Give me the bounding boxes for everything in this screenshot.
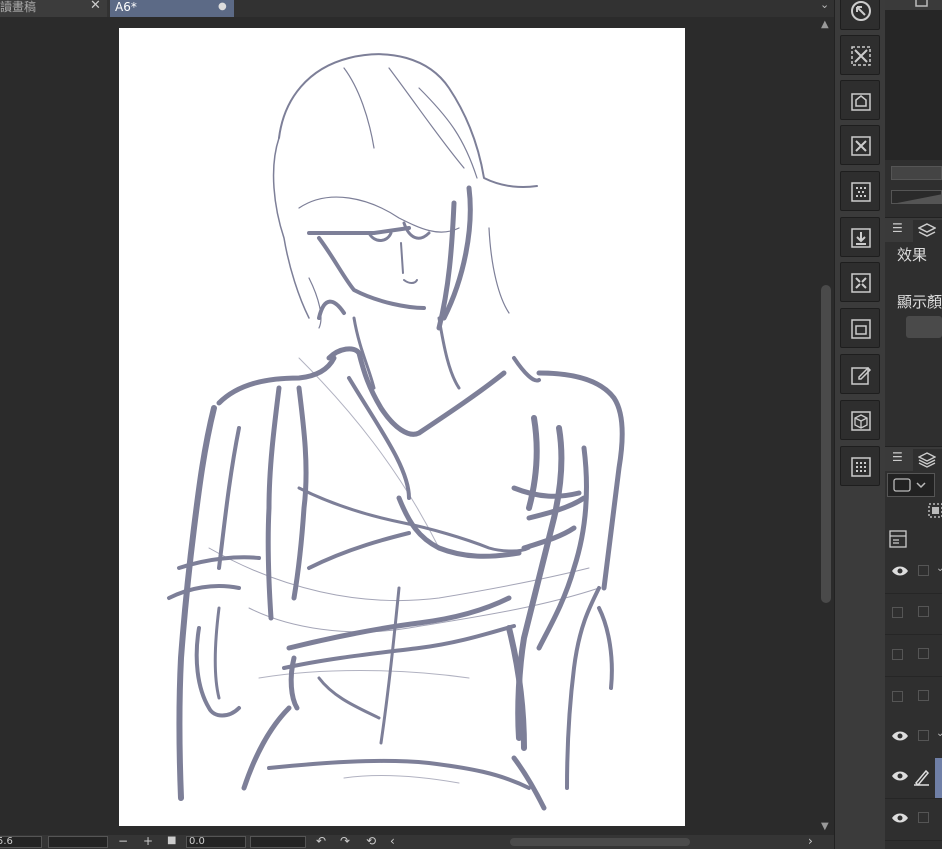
layer-row[interactable] xyxy=(885,594,942,635)
layer-settings-icon[interactable] xyxy=(889,530,907,548)
layer-row[interactable] xyxy=(885,678,942,719)
rotate-right-icon[interactable]: ↷ xyxy=(340,834,350,848)
layer-property-panel-header: ☰ xyxy=(885,217,942,242)
blend-mode-select[interactable] xyxy=(887,473,935,497)
import-icon xyxy=(851,228,871,248)
scroll-right-icon[interactable]: › xyxy=(808,834,813,848)
layer-tab[interactable] xyxy=(913,449,942,471)
panel-menu-icon[interactable]: ☰ xyxy=(892,450,903,464)
zoom-out-button[interactable]: − xyxy=(118,834,128,848)
close-tab-icon[interactable]: ✕ xyxy=(90,0,101,13)
rotation-slider[interactable] xyxy=(250,836,306,848)
scroll-left-icon[interactable]: ‹ xyxy=(390,834,395,848)
navigator-zoom-slider[interactable] xyxy=(891,166,942,180)
rotation-field[interactable]: 0.0 xyxy=(186,836,246,848)
grid-button[interactable] xyxy=(840,446,880,486)
clear-selection-button[interactable] xyxy=(840,35,880,75)
horizontal-scroll-thumb[interactable] xyxy=(510,838,690,846)
layer-mask-icon[interactable] xyxy=(925,500,942,520)
tone-button[interactable] xyxy=(840,171,880,211)
layer-lock-checkbox[interactable] xyxy=(918,812,929,823)
layer-button[interactable] xyxy=(840,308,880,348)
package-icon xyxy=(851,411,871,431)
cursor-button[interactable] xyxy=(840,0,880,30)
rotate-left-icon[interactable]: ↶ xyxy=(316,834,326,848)
edit-icon xyxy=(851,366,872,385)
layer-row[interactable] xyxy=(885,636,942,677)
grid-icon xyxy=(851,457,871,477)
tab-a6[interactable]: A6* ● xyxy=(110,0,234,17)
panel-menu-icon[interactable]: ☰ xyxy=(892,221,903,235)
command-bar xyxy=(834,0,886,849)
scroll-up-icon[interactable]: ▲ xyxy=(821,19,829,30)
layer-panel-header: ☰ xyxy=(885,446,942,471)
folder-expand-icon[interactable]: ⌄ xyxy=(936,563,942,574)
layer-thumbnail xyxy=(935,758,942,798)
visibility-toggle-empty[interactable] xyxy=(892,691,903,702)
layer-property-tab[interactable] xyxy=(913,220,942,242)
display-color-button[interactable] xyxy=(906,316,942,338)
visibility-toggle-empty[interactable] xyxy=(892,649,903,660)
layer-row[interactable] xyxy=(885,800,942,841)
navigator-panel-header xyxy=(885,0,942,10)
reset-rotation-icon[interactable]: ⟲ xyxy=(366,834,376,848)
close-layer-button[interactable] xyxy=(840,125,880,165)
scroll-down-icon[interactable]: ▼ xyxy=(821,821,829,832)
layer-lock-checkbox[interactable] xyxy=(918,690,929,701)
eye-icon[interactable] xyxy=(891,770,909,782)
fill-button[interactable] xyxy=(840,80,880,120)
panel-tab-icon[interactable] xyxy=(915,0,929,8)
layer-lock-checkbox[interactable] xyxy=(918,565,929,576)
layer-property-icon xyxy=(918,223,936,237)
transform-icon xyxy=(851,273,871,293)
layer-lock-checkbox[interactable] xyxy=(918,730,929,741)
sketch-artwork xyxy=(167,53,625,811)
eye-icon[interactable] xyxy=(891,565,909,577)
document-tab-bar: 讀畫稿 ✕ A6* ● ⌄ xyxy=(0,0,834,17)
tab-list-chevron-icon[interactable]: ⌄ xyxy=(820,0,829,11)
transform-button[interactable] xyxy=(840,262,880,302)
vertical-scroll-thumb[interactable] xyxy=(821,285,831,603)
visibility-toggle-empty[interactable] xyxy=(892,607,903,618)
eye-icon[interactable] xyxy=(891,730,909,742)
zoom-slider[interactable] xyxy=(48,836,108,848)
layer-row-selected[interactable] xyxy=(885,758,942,799)
blend-swatch-icon xyxy=(893,478,926,492)
clear-selection-icon xyxy=(851,46,871,66)
unsaved-indicator-icon[interactable]: ● xyxy=(218,0,227,14)
layer-icon xyxy=(851,319,871,339)
folder-expand-icon[interactable]: ⌄ xyxy=(936,728,942,739)
navigator-rotate-slider[interactable] xyxy=(891,190,942,204)
display-color-label: 顯示顏 xyxy=(897,293,942,311)
zoom-field[interactable]: 5.6 xyxy=(0,836,42,848)
effect-label: 效果 xyxy=(897,246,928,264)
tab-label: 讀畫稿 xyxy=(0,0,37,14)
tone-icon xyxy=(851,182,871,202)
vertical-scrollbar[interactable]: ▲ ▼ xyxy=(818,17,834,835)
layer-lock-checkbox[interactable] xyxy=(918,648,929,659)
fit-to-window-button[interactable]: ■ xyxy=(167,835,176,846)
layers-icon xyxy=(918,452,936,468)
layer-lock-checkbox[interactable] xyxy=(918,606,929,617)
fill-icon xyxy=(851,93,871,111)
navigator-panel xyxy=(885,0,942,160)
package-button[interactable] xyxy=(840,400,880,440)
layer-row[interactable]: ⌄ xyxy=(885,553,942,594)
layer-row[interactable]: ⌄ xyxy=(885,718,942,759)
tab-reading-sketch[interactable]: 讀畫稿 ✕ xyxy=(0,0,107,17)
drawing-canvas[interactable] xyxy=(119,28,685,826)
import-button[interactable] xyxy=(840,217,880,257)
tab-label: A6* xyxy=(115,0,137,14)
canvas-navigation-bar: 5.6 − + ■ 0.0 ↶ ↷ ⟲ ‹ › xyxy=(0,834,834,849)
eye-icon[interactable] xyxy=(891,812,909,824)
close-layer-icon xyxy=(851,136,871,156)
slider-ramp xyxy=(892,194,942,204)
edit-button[interactable] xyxy=(840,354,880,394)
zoom-in-button[interactable]: + xyxy=(143,834,153,848)
pen-icon xyxy=(914,769,930,786)
cursor-icon xyxy=(851,1,871,21)
